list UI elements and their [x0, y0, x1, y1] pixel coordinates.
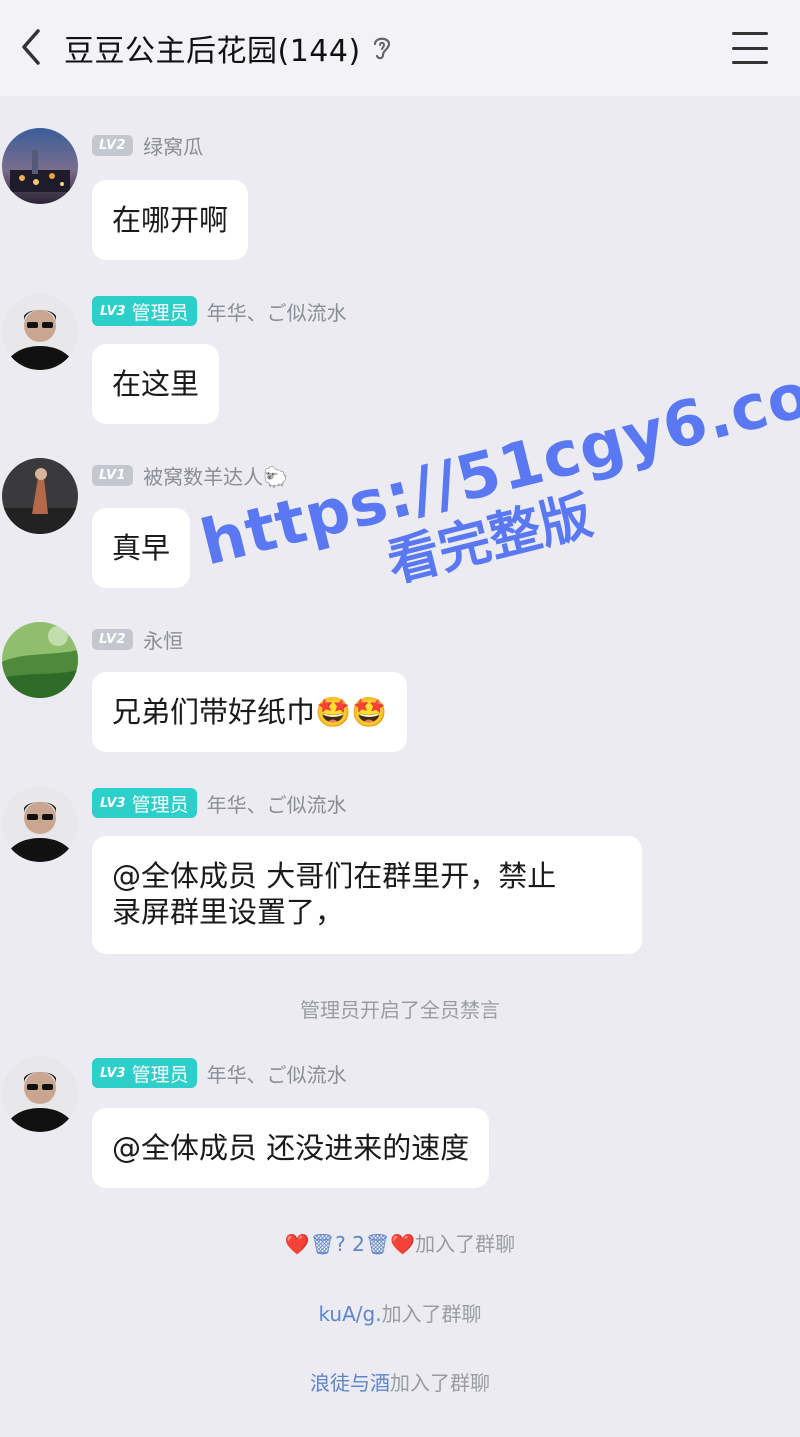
- message-text-line: @全体成员 大哥们在群里开，禁止: [112, 859, 557, 893]
- avatar-image: [2, 294, 78, 370]
- avatar[interactable]: [2, 1056, 78, 1132]
- join-notice: 浪徒与酒加入了群聊: [0, 1367, 800, 1396]
- message-text: @全体成员 还没进来的速度: [112, 1131, 470, 1165]
- message-text: 在这里: [112, 367, 200, 401]
- sender-meta: LV2 永恒: [92, 624, 183, 654]
- avatar[interactable]: [2, 786, 78, 862]
- group-title: 豆豆公主后花园(144): [64, 34, 361, 69]
- avatar[interactable]: [2, 458, 78, 534]
- join-notice: ❤️🗑? 2🗑❤️加入了群聊: [0, 1228, 800, 1257]
- chat-screen: 豆豆公主后花园(144) LV2 绿窝瓜 在哪开啊 LV3 管理员 年华、ご似流…: [0, 0, 800, 1437]
- join-suffix: 加入了群聊: [415, 1232, 516, 1256]
- sender-name[interactable]: 被窝数羊达人🐑: [143, 461, 288, 490]
- menu-button[interactable]: [726, 28, 774, 68]
- joined-member-name[interactable]: kuA/g.: [318, 1302, 381, 1326]
- ear-icon: [373, 37, 390, 60]
- level-badge: LV1: [92, 464, 134, 486]
- menu-line: [732, 61, 768, 64]
- joined-member-name[interactable]: 浪徒与酒: [310, 1371, 390, 1395]
- avatar-image: [2, 1056, 78, 1132]
- chevron-left-icon: [22, 29, 40, 65]
- joined-member-name[interactable]: ❤️🗑? 2🗑❤️: [285, 1232, 415, 1256]
- join-suffix: 加入了群聊: [390, 1371, 490, 1395]
- role-label: 管理员: [131, 793, 189, 816]
- watermark-caption: 看完整版: [381, 485, 599, 595]
- menu-line: [732, 46, 768, 50]
- join-notice: kuA/g.加入了群聊: [0, 1298, 800, 1327]
- sender-meta: LV2 绿窝瓜: [92, 130, 203, 160]
- sender-name[interactable]: 年华、ご似流水: [207, 297, 347, 326]
- join-suffix: 加入了群聊: [381, 1302, 482, 1326]
- message-bubble[interactable]: @全体成员 还没进来的速度: [92, 1108, 490, 1188]
- message-text: 真早: [112, 531, 171, 565]
- sender-meta: LV1 被窝数羊达人🐑: [92, 460, 288, 490]
- sender-name[interactable]: 绿窝瓜: [143, 131, 203, 160]
- admin-badge: LV3 管理员: [92, 788, 197, 818]
- message-bubble[interactable]: 在哪开啊: [92, 180, 249, 260]
- message-bubble[interactable]: 在这里: [92, 344, 220, 424]
- message-text: 在哪开啊: [112, 203, 229, 237]
- admin-badge: LV3 管理员: [92, 296, 197, 326]
- message-bubble[interactable]: @全体成员 大哥们在群里开，禁止 录屏群里设置了，: [92, 836, 642, 954]
- sender-name[interactable]: 年华、ご似流水: [207, 789, 347, 818]
- avatar[interactable]: [2, 294, 78, 370]
- role-label: 管理员: [131, 301, 189, 324]
- message-text: 兄弟们带好纸巾🤩🤩: [112, 695, 388, 729]
- avatar-image: [2, 128, 78, 204]
- sender-name[interactable]: 年华、ご似流水: [207, 1059, 347, 1088]
- level-label: LV3: [100, 795, 126, 811]
- avatar-image: [2, 458, 78, 534]
- watermark-overlay: https://51cgy6.com 看完整版: [194, 342, 800, 705]
- role-label: 管理员: [131, 1063, 189, 1086]
- system-notice: 管理员开启了全员禁言: [300, 998, 500, 1022]
- hamburger-menu-icon: [732, 32, 768, 35]
- title-area[interactable]: 豆豆公主后花园(144): [64, 26, 393, 70]
- admin-badge: LV3 管理员: [92, 1058, 197, 1088]
- level-label: LV3: [100, 303, 126, 319]
- level-label: LV3: [100, 1065, 126, 1081]
- sender-name[interactable]: 永恒: [143, 625, 183, 654]
- sender-meta: LV3 管理员 年华、ご似流水: [92, 296, 347, 326]
- message-bubble[interactable]: 真早: [92, 508, 191, 588]
- sender-meta: LV3 管理员 年华、ご似流水: [92, 788, 347, 818]
- avatar-image: [2, 622, 78, 698]
- level-badge: LV2: [92, 628, 134, 650]
- avatar[interactable]: [2, 128, 78, 204]
- back-button[interactable]: [6, 22, 56, 72]
- sender-meta: LV3 管理员 年华、ご似流水: [92, 1058, 347, 1088]
- avatar[interactable]: [2, 622, 78, 698]
- avatar-image: [2, 786, 78, 862]
- message-bubble[interactable]: 兄弟们带好纸巾🤩🤩: [92, 672, 408, 752]
- message-text-line: 录屏群里设置了，: [112, 895, 345, 929]
- top-bar: 豆豆公主后花园(144): [0, 0, 800, 96]
- level-badge: LV2: [92, 134, 134, 156]
